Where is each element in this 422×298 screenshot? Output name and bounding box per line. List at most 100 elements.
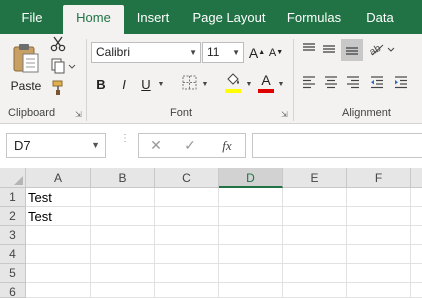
chevron-down-icon[interactable]: ▼ — [91, 134, 100, 157]
column-header-b[interactable]: B — [91, 168, 155, 188]
cell-e3[interactable] — [283, 226, 347, 245]
cell-d2[interactable] — [219, 207, 283, 226]
cell-2[interactable] — [411, 207, 422, 226]
format-painter-button[interactable] — [48, 80, 68, 98]
cell-c1[interactable] — [155, 188, 219, 207]
cell-d3[interactable] — [219, 226, 283, 245]
cell-c3[interactable] — [155, 226, 219, 245]
column-header-c[interactable]: C — [155, 168, 219, 188]
orientation-button[interactable]: ab — [367, 41, 397, 59]
cell-d1[interactable] — [219, 188, 283, 207]
italic-button[interactable]: I — [116, 74, 132, 94]
cell-f1[interactable] — [347, 188, 411, 207]
cell-c6[interactable] — [155, 283, 219, 298]
cell-e2[interactable] — [283, 207, 347, 226]
align-center-button[interactable] — [322, 74, 340, 92]
increase-indent-icon — [394, 75, 408, 92]
column-header-f[interactable]: F — [347, 168, 411, 188]
cell-e6[interactable] — [283, 283, 347, 298]
cell-d6[interactable] — [219, 283, 283, 298]
cell-e1[interactable] — [283, 188, 347, 207]
tab-formulas[interactable]: Formulas — [280, 5, 348, 34]
row-header-5[interactable]: 5 — [0, 264, 26, 283]
cell-a6[interactable] — [26, 283, 91, 298]
cell-4[interactable] — [411, 245, 422, 264]
copy-button[interactable] — [48, 58, 78, 76]
formula-input[interactable] — [252, 133, 422, 158]
cell-1[interactable] — [411, 188, 422, 207]
underline-button[interactable]: U — [138, 74, 154, 94]
column-header-a[interactable]: A — [26, 168, 91, 188]
middle-align-button[interactable] — [320, 41, 338, 59]
cut-button[interactable] — [48, 36, 68, 54]
cell-b6[interactable] — [91, 283, 155, 298]
cell-b3[interactable] — [91, 226, 155, 245]
decrease-indent-button[interactable] — [368, 74, 386, 92]
tab-file[interactable]: File — [8, 5, 56, 34]
cell-a4[interactable] — [26, 245, 91, 264]
font-launcher-icon[interactable]: ⇲ — [281, 110, 288, 119]
tab-data[interactable]: Data — [358, 5, 402, 34]
cell-f5[interactable] — [347, 264, 411, 283]
cell-a3[interactable] — [26, 226, 91, 245]
cell-b5[interactable] — [91, 264, 155, 283]
fill-color-dropdown-icon[interactable]: ▼ — [244, 74, 254, 94]
cell-f3[interactable] — [347, 226, 411, 245]
cell-a1[interactable]: Test — [26, 188, 91, 207]
caret-down-icon: ▼ — [276, 49, 284, 56]
cell-f6[interactable] — [347, 283, 411, 298]
column-header-d[interactable]: D — [219, 168, 283, 188]
paste-button[interactable]: Paste — [6, 36, 46, 98]
borders-button[interactable] — [180, 74, 198, 94]
cell-a2[interactable]: Test — [26, 207, 91, 226]
insert-function-button[interactable]: fx — [213, 134, 241, 157]
cell-d4[interactable] — [219, 245, 283, 264]
clipboard-launcher-icon[interactable]: ⇲ — [75, 110, 82, 119]
bottom-align-button[interactable] — [341, 39, 363, 61]
cell-c5[interactable] — [155, 264, 219, 283]
font-color-dropdown-icon[interactable]: ▼ — [276, 74, 286, 94]
increase-indent-button[interactable] — [392, 74, 410, 92]
font-color-button[interactable]: A — [257, 72, 275, 94]
bold-button[interactable]: B — [93, 74, 109, 94]
align-left-button[interactable] — [300, 74, 318, 92]
cell-a5[interactable] — [26, 264, 91, 283]
shrink-font-button[interactable]: A ▼ — [268, 43, 284, 62]
cancel-icon[interactable]: ✕ — [143, 134, 169, 157]
cell-5[interactable] — [411, 264, 422, 283]
row-header-6[interactable]: 6 — [0, 283, 26, 298]
fill-color-button[interactable] — [223, 72, 243, 94]
cell-d5[interactable] — [219, 264, 283, 283]
grow-font-button[interactable]: A ▲ — [249, 43, 265, 62]
row-header-2[interactable]: 2 — [0, 207, 26, 226]
cell-e4[interactable] — [283, 245, 347, 264]
select-all-button[interactable] — [0, 168, 26, 188]
font-name-combo[interactable]: Calibri ▼ — [91, 42, 201, 63]
cell-f4[interactable] — [347, 245, 411, 264]
tab-home[interactable]: Home — [63, 5, 124, 34]
tab-insert[interactable]: Insert — [129, 5, 177, 34]
cell-b4[interactable] — [91, 245, 155, 264]
cell-c4[interactable] — [155, 245, 219, 264]
enter-check-icon[interactable]: ✓ — [177, 134, 203, 157]
borders-dropdown-icon[interactable]: ▼ — [200, 74, 210, 94]
cell-3[interactable] — [411, 226, 422, 245]
align-right-button[interactable] — [344, 74, 362, 92]
cell-c2[interactable] — [155, 207, 219, 226]
grip-handle-icon[interactable]: ⋮ — [120, 134, 130, 155]
cell-6[interactable] — [411, 283, 422, 298]
cell-b2[interactable] — [91, 207, 155, 226]
tab-page-layout[interactable]: Page Layout — [186, 5, 272, 34]
column-header-partial[interactable] — [411, 168, 422, 188]
row-header-1[interactable]: 1 — [0, 188, 26, 207]
cell-e5[interactable] — [283, 264, 347, 283]
font-size-combo[interactable]: 11 ▼ — [202, 42, 244, 63]
cell-b1[interactable] — [91, 188, 155, 207]
row-header-4[interactable]: 4 — [0, 245, 26, 264]
top-align-button[interactable] — [300, 41, 318, 59]
underline-dropdown-icon[interactable]: ▼ — [156, 74, 166, 94]
row-header-3[interactable]: 3 — [0, 226, 26, 245]
column-header-e[interactable]: E — [283, 168, 347, 188]
name-box[interactable]: D7 ▼ — [6, 133, 106, 158]
cell-f2[interactable] — [347, 207, 411, 226]
